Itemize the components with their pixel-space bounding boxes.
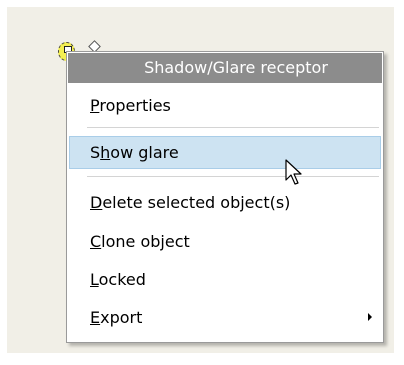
menu-item-locked[interactable]: Locked [69, 263, 381, 296]
menu-item-delete-selected[interactable]: Delete selected object(s) [69, 186, 381, 219]
mnemonic-letter: C [90, 232, 102, 251]
menu-item-show-glare[interactable]: Show glare [69, 136, 381, 169]
submenu-arrow-icon [368, 313, 372, 321]
context-menu-title: Shadow/Glare receptor [68, 53, 382, 83]
menu-separator [87, 176, 379, 177]
menu-item-label-prefix: S [90, 143, 101, 162]
menu-item-label: ocked [98, 270, 146, 289]
menu-item-label: ow glare [110, 143, 179, 162]
mnemonic-letter: D [90, 193, 103, 212]
menu-item-label: roperties [99, 96, 171, 115]
menu-item-label: elete selected object(s) [102, 193, 291, 212]
mnemonic-letter: L [90, 270, 99, 289]
menu-item-clone-object[interactable]: Clone object [69, 225, 381, 258]
menu-item-label: xport [100, 308, 143, 327]
menu-separator [87, 127, 379, 128]
mnemonic-letter: E [90, 308, 101, 327]
menu-item-export[interactable]: Export [69, 301, 381, 334]
menu-item-properties[interactable]: Properties [69, 89, 381, 122]
mnemonic-letter: P [90, 96, 100, 115]
context-menu: Shadow/Glare receptor Properties Show gl… [66, 51, 384, 343]
mouse-pointer-icon [285, 159, 302, 185]
menu-item-label: lone object [101, 232, 190, 251]
mnemonic-letter: h [100, 143, 111, 162]
